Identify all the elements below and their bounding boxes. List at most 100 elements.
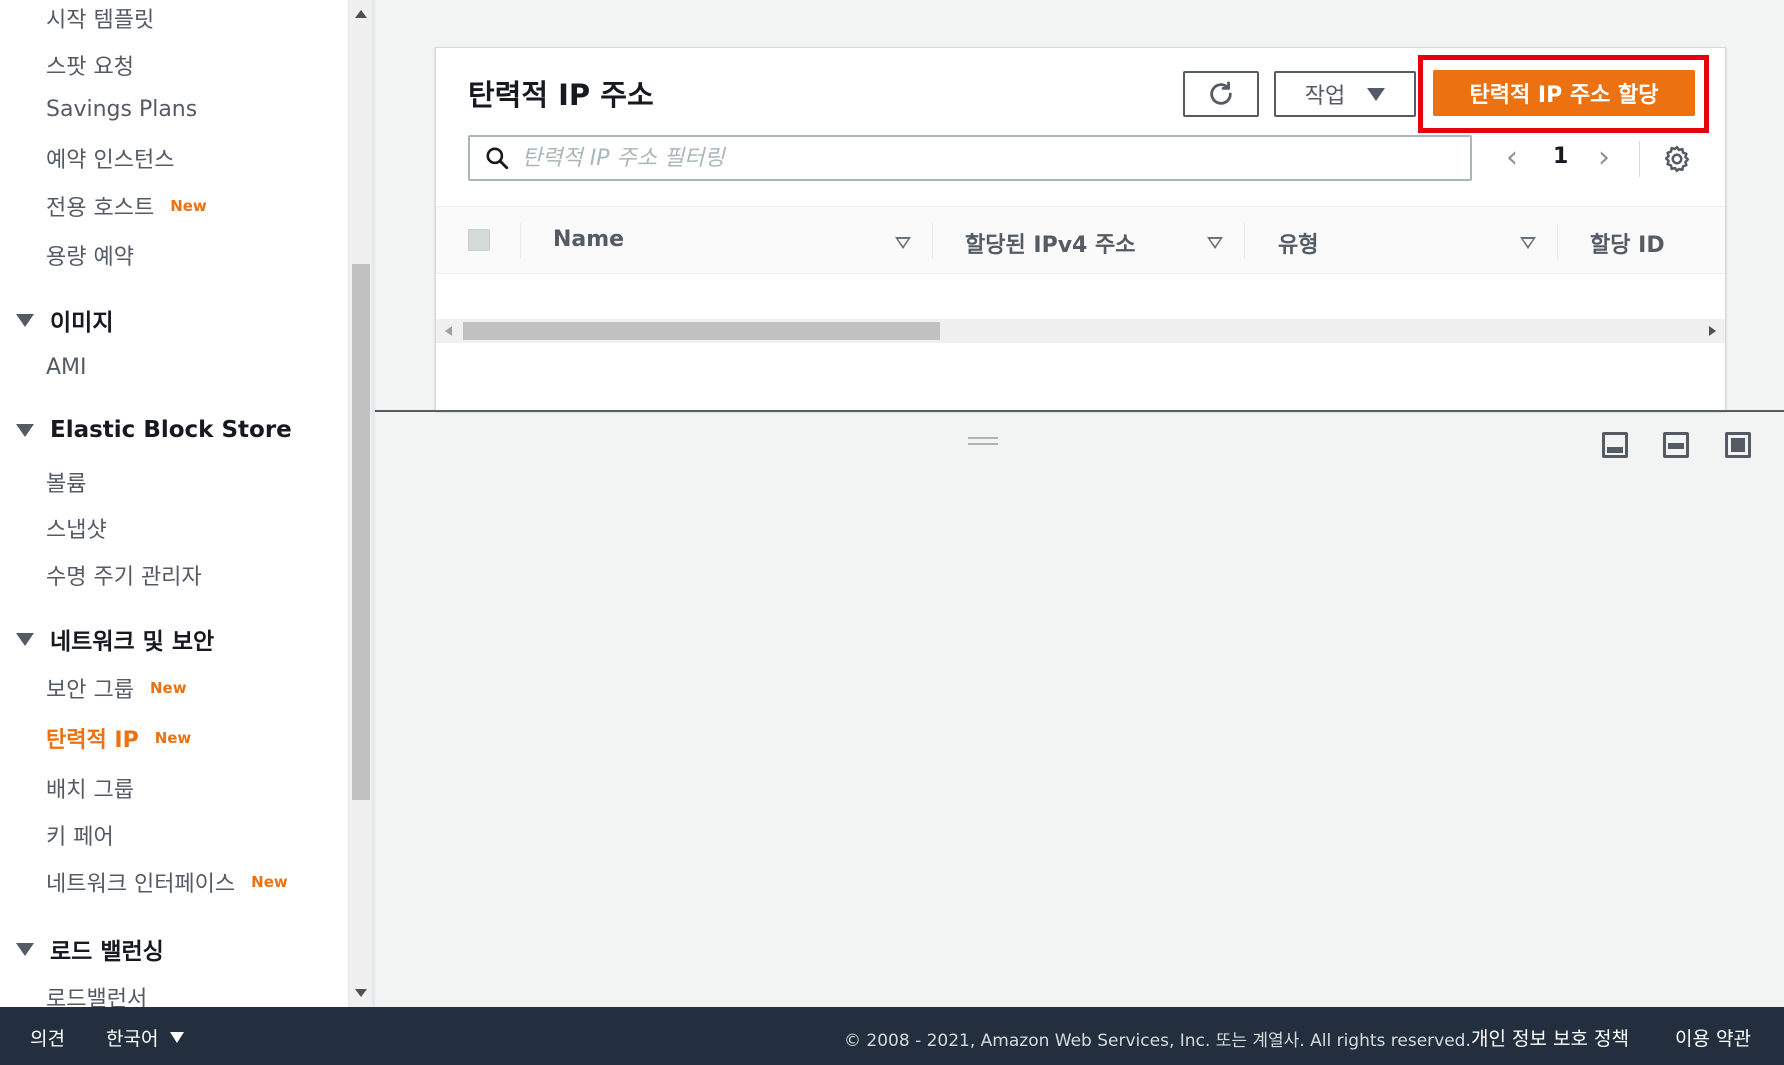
- sidebar-item-label: 용량 예약: [46, 245, 134, 270]
- column-divider: [932, 223, 933, 259]
- sidebar-section-images[interactable]: 이미지: [16, 303, 113, 337]
- column-divider: [1557, 223, 1558, 259]
- scrollbar-thumb[interactable]: [352, 264, 370, 800]
- chevron-right-icon[interactable]: ›: [1598, 140, 1610, 175]
- sidebar-item-snapshots[interactable]: 스냅샷: [46, 512, 107, 544]
- pagination-divider: [1639, 141, 1640, 177]
- sidebar-item-label: 로드밸런서: [46, 987, 148, 1007]
- sidebar-item-label: 보안 그룹: [46, 678, 134, 703]
- sidebar-divider: [372, 0, 375, 1007]
- page-number[interactable]: 1: [1553, 144, 1568, 169]
- sidebar-item-key-pairs[interactable]: 키 페어: [46, 819, 114, 851]
- allocate-elastic-ip-button[interactable]: 탄력적 IP 주소 할당: [1433, 70, 1695, 116]
- elastic-ip-panel: 탄력적 IP 주소 작업 탄력적 IP 주소 할당 ‹ 1 › Name 할당된…: [435, 47, 1726, 411]
- sidebar-item-label: 네트워크 인터페이스: [46, 872, 236, 897]
- actions-label: 작업: [1304, 84, 1346, 109]
- sidebar-item-launch-templates[interactable]: 시작 템플릿: [46, 2, 154, 34]
- sidebar-item-label: 탄력적 IP: [46, 728, 139, 753]
- feedback-link[interactable]: 의견: [30, 1024, 65, 1051]
- sidebar-section-title: Elastic Block Store: [50, 417, 292, 443]
- sidebar-item-lifecycle-manager[interactable]: 수명 주기 관리자: [46, 559, 202, 591]
- caret-down-icon: [16, 632, 34, 646]
- sidebar-item-label: 키 페어: [46, 825, 114, 850]
- sidebar-item-label: 수명 주기 관리자: [46, 565, 202, 590]
- table-header: Name 할당된 IPv4 주소 유형 할당 ID: [436, 206, 1725, 274]
- caret-down-icon: [16, 313, 34, 327]
- filter-search-box[interactable]: [468, 135, 1472, 181]
- caret-down-icon: [1367, 87, 1386, 101]
- split-half-icon[interactable]: [1663, 432, 1689, 458]
- sidebar-item-security-groups[interactable]: 보안 그룹 New: [46, 672, 187, 704]
- copyright-text: © 2008 - 2021, Amazon Web Services, Inc.…: [844, 1031, 1471, 1051]
- sidebar-item-ami[interactable]: AMI: [46, 355, 87, 380]
- sidebar-item-dedicated-hosts[interactable]: 전용 호스트 New: [46, 190, 207, 222]
- sidebar-item-label: 시작 템플릿: [46, 8, 155, 33]
- refresh-button[interactable]: [1183, 71, 1259, 117]
- scroll-down-arrow-icon[interactable]: [355, 989, 367, 997]
- split-panel-divider: [375, 410, 1784, 412]
- language-label: 한국어: [106, 1028, 159, 1050]
- sidebar: 시작 템플릿 스팟 요청 Savings Plans 예약 인스턴스 전용 호스…: [0, 0, 348, 1007]
- sidebar-section-title: 네트워크 및 보안: [50, 629, 215, 655]
- privacy-policy-link[interactable]: 개인 정보 보호 정책: [1471, 1024, 1629, 1051]
- caret-down-icon: [170, 1032, 185, 1043]
- sidebar-item-label: Savings Plans: [46, 97, 198, 122]
- sidebar-item-capacity-reservations[interactable]: 용량 예약: [46, 239, 134, 271]
- new-badge: New: [154, 729, 192, 747]
- sidebar-section-ebs[interactable]: Elastic Block Store: [16, 417, 292, 443]
- refresh-icon: [1210, 81, 1232, 105]
- page-title: 탄력적 IP 주소: [468, 78, 654, 112]
- search-input[interactable]: [522, 140, 1422, 176]
- sidebar-item-label: 배치 그룹: [46, 778, 134, 803]
- sidebar-item-network-interfaces[interactable]: 네트워크 인터페이스 New: [46, 866, 288, 898]
- search-icon: [486, 147, 509, 170]
- sort-icon[interactable]: [1520, 237, 1536, 249]
- sidebar-item-load-balancers[interactable]: 로드밸런서: [46, 981, 147, 1007]
- sidebar-item-label: 볼륨: [46, 472, 87, 497]
- new-badge: New: [149, 679, 187, 697]
- actions-dropdown-button[interactable]: 작업: [1274, 71, 1416, 117]
- sidebar-item-label: 스팟 요청: [46, 55, 134, 80]
- sidebar-section-network-security[interactable]: 네트워크 및 보안: [16, 622, 214, 656]
- language-selector[interactable]: 한국어: [106, 1024, 185, 1051]
- column-header-type[interactable]: 유형: [1278, 227, 1318, 259]
- terms-link[interactable]: 이용 약관: [1675, 1024, 1751, 1051]
- split-bottom-icon[interactable]: [1602, 432, 1628, 458]
- column-header-ipv4[interactable]: 할당된 IPv4 주소: [965, 227, 1135, 259]
- sidebar-item-label: 예약 인스턴스: [46, 148, 175, 173]
- caret-down-icon: [16, 942, 34, 956]
- sidebar-section-title: 로드 밸런싱: [50, 939, 164, 965]
- split-panel-drag-handle[interactable]: [968, 437, 998, 445]
- gear-icon[interactable]: [1662, 144, 1692, 174]
- sidebar-item-placement-groups[interactable]: 배치 그룹: [46, 772, 134, 804]
- sort-icon[interactable]: [1207, 237, 1223, 249]
- new-badge: New: [251, 873, 288, 891]
- sidebar-item-volumes[interactable]: 볼륨: [46, 466, 86, 498]
- caret-down-icon: [16, 423, 34, 437]
- scrollbar-thumb[interactable]: [463, 322, 940, 340]
- sidebar-item-elastic-ip[interactable]: 탄력적 IP New: [46, 722, 191, 754]
- sidebar-section-title: 이미지: [50, 310, 114, 336]
- sidebar-item-savings-plans[interactable]: Savings Plans: [46, 97, 197, 122]
- table-horizontal-scrollbar[interactable]: [436, 319, 1725, 343]
- scroll-up-arrow-icon[interactable]: [355, 10, 367, 18]
- column-divider: [520, 223, 521, 259]
- new-badge: New: [170, 197, 207, 215]
- sidebar-scrollbar[interactable]: [348, 0, 372, 1007]
- sidebar-item-label: 스냅샷: [46, 518, 107, 543]
- sidebar-section-load-balancing[interactable]: 로드 밸런싱: [16, 932, 164, 966]
- sidebar-item-label: 전용 호스트: [46, 196, 155, 221]
- select-all-checkbox[interactable]: [468, 229, 490, 251]
- footer: 의견 한국어 © 2008 - 2021, Amazon Web Service…: [0, 1007, 1784, 1065]
- sidebar-item-reserved-instances[interactable]: 예약 인스턴스: [46, 142, 174, 174]
- sidebar-item-spot-requests[interactable]: 스팟 요청: [46, 49, 134, 81]
- column-divider: [1244, 223, 1245, 259]
- column-header-name[interactable]: Name: [553, 227, 624, 252]
- sort-icon[interactable]: [895, 237, 911, 249]
- scroll-left-arrow-icon[interactable]: [445, 326, 452, 336]
- sidebar-item-label: AMI: [46, 355, 87, 380]
- chevron-left-icon[interactable]: ‹: [1506, 140, 1518, 175]
- scroll-right-arrow-icon[interactable]: [1709, 326, 1716, 336]
- column-header-allocation-id[interactable]: 할당 ID: [1590, 227, 1665, 259]
- split-full-icon[interactable]: [1725, 432, 1751, 458]
